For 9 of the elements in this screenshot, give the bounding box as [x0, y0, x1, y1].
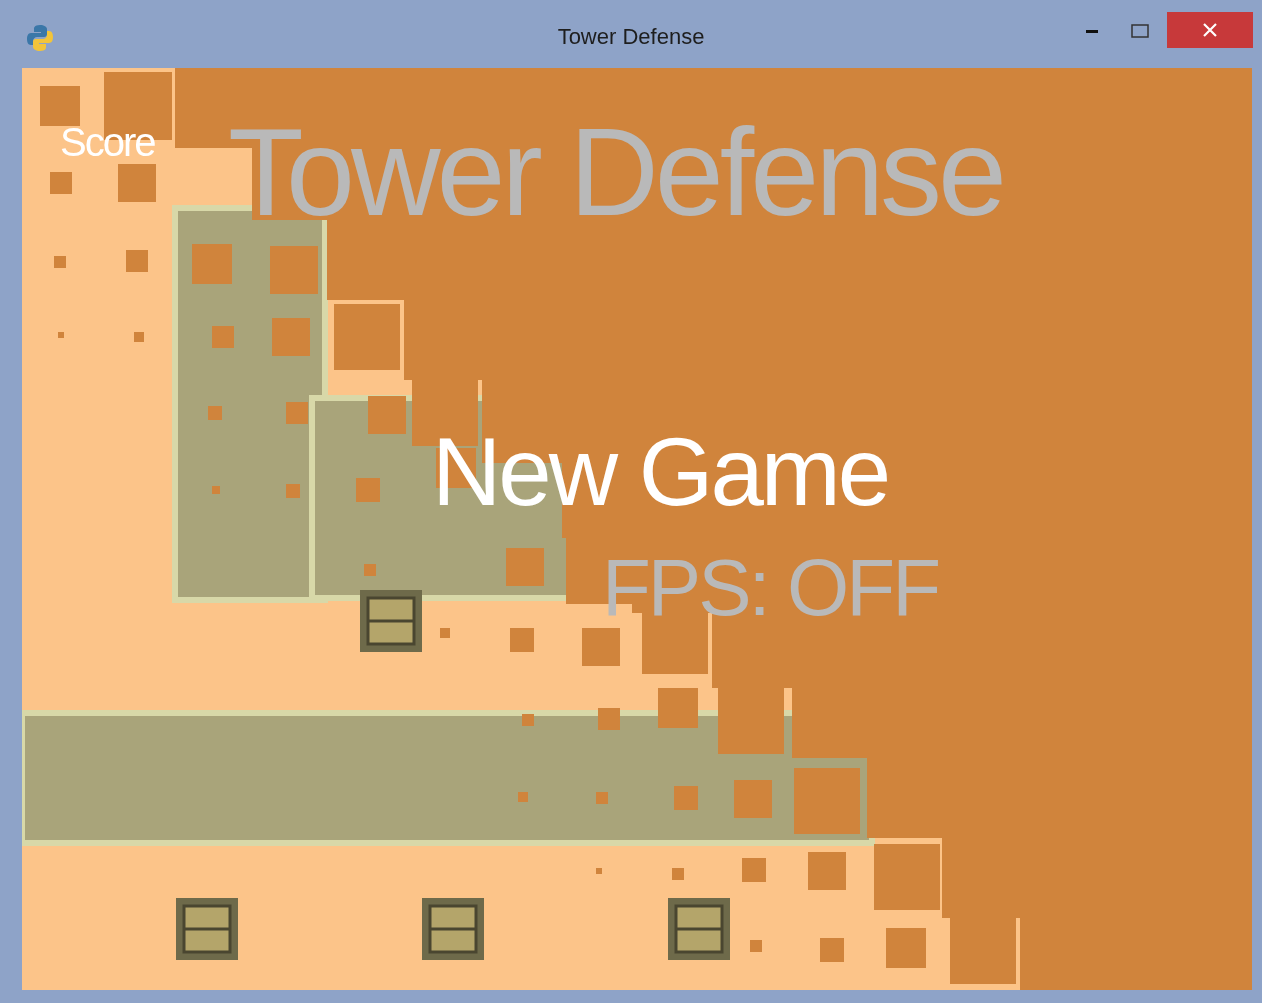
window-title: Tower Defense: [557, 22, 705, 51]
minimize-icon: [1086, 29, 1098, 33]
menu-item[interactable]: New Game: [432, 424, 889, 520]
close-icon: [1203, 23, 1217, 37]
maximize-icon: [1131, 24, 1149, 38]
menu-item[interactable]: FPS: OFF: [602, 548, 938, 628]
python-logo-icon: [26, 24, 54, 52]
score-label: Score: [60, 122, 155, 162]
close-button[interactable]: [1167, 12, 1253, 48]
